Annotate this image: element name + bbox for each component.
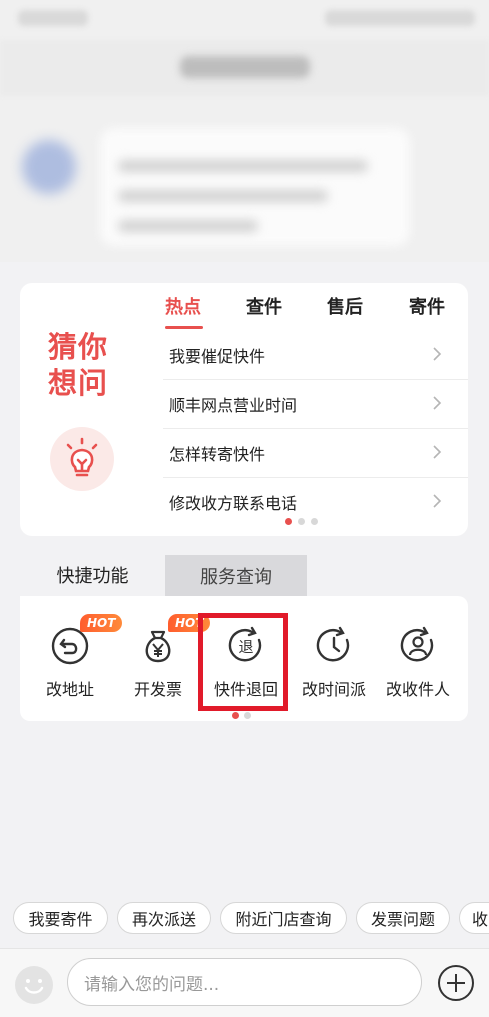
question-item[interactable]: 我要催促快件 [163, 331, 468, 380]
status-icons-blur [325, 10, 475, 26]
quick-label: 改收件人 [385, 680, 450, 699]
chip-invoice-issue[interactable]: 发票问题 [356, 902, 450, 934]
question-page-indicator [285, 518, 318, 525]
lightbulb-icon [50, 427, 114, 491]
tab-service-query[interactable]: 服务查询 [165, 555, 307, 596]
question-text: 我要催促快件 [169, 347, 266, 366]
chip-redeliver[interactable]: 再次派送 [117, 902, 211, 934]
quick-page-indicator [232, 712, 251, 719]
chevron-right-icon [433, 445, 442, 459]
highlight-box [198, 613, 288, 711]
question-text: 顺丰网点营业时间 [169, 396, 298, 415]
page-dot [298, 518, 305, 525]
page-dot-active [232, 712, 239, 719]
page-dot-active [285, 518, 292, 525]
clock-icon [316, 626, 350, 662]
chip-partial[interactable]: 收 [459, 902, 489, 934]
question-input[interactable]: 请输入您的问题... [67, 958, 422, 1006]
yuan-bag-icon [145, 630, 171, 663]
quick-change-address[interactable]: HOT 改地址 [26, 614, 123, 700]
undo-arrow-icon [51, 627, 89, 665]
blurred-chat-header [0, 0, 489, 262]
chevron-right-icon [433, 347, 442, 361]
quick-change-time[interactable]: 改时间派 [290, 618, 378, 700]
quick-label: 改地址 [45, 680, 94, 699]
question-item[interactable]: 顺丰网点营业时间 [163, 380, 468, 429]
quick-change-recipient[interactable]: 改收件人 [374, 618, 462, 700]
nav-title-blur [180, 56, 310, 78]
plus-icon[interactable] [438, 965, 474, 1001]
guess-tabs: 热点 查件 售后 寄件 [165, 283, 468, 329]
tab-track[interactable]: 查件 [246, 293, 282, 319]
bubble-line-blur [118, 160, 368, 172]
suggestion-chips: 我要寄件 再次派送 附近门店查询 发票问题 收 [0, 902, 489, 936]
chevron-right-icon [433, 494, 442, 508]
input-bar: 请输入您的问题... [0, 948, 489, 1017]
chip-nearby-store[interactable]: 附近门店查询 [220, 902, 347, 934]
page-dot [244, 712, 251, 719]
question-text: 怎样转寄快件 [169, 445, 266, 464]
emoji-icon[interactable] [15, 966, 53, 1004]
chip-send-parcel[interactable]: 我要寄件 [13, 902, 108, 934]
active-tab-underline [165, 326, 203, 329]
status-bar-blur [18, 10, 88, 26]
bubble-line-blur [118, 190, 328, 202]
tab-send[interactable]: 寄件 [409, 293, 445, 319]
bubble-line-blur [118, 220, 258, 232]
quick-invoice[interactable]: HOT 开发票 [114, 614, 211, 700]
person-icon [400, 626, 434, 662]
chevron-right-icon [433, 396, 442, 410]
guess-you-ask-card: 猜你想问 热点 查件 售后 寄件 我要催促快件 顺丰网点营业时间 怎样转寄快件 … [20, 283, 468, 536]
tab-quick-functions[interactable]: 快捷功能 [20, 553, 165, 596]
guess-title: 猜你想问 [48, 330, 109, 400]
question-text: 修改收方联系电话 [169, 494, 298, 513]
page-dot [311, 518, 318, 525]
question-item[interactable]: 怎样转寄快件 [163, 429, 468, 478]
quick-label: 开发票 [133, 680, 182, 699]
tab-after-sales[interactable]: 售后 [327, 293, 363, 319]
question-list: 我要催促快件 顺丰网点营业时间 怎样转寄快件 修改收方联系电话 [163, 331, 468, 526]
quick-label: 改时间派 [301, 680, 366, 699]
bot-avatar-blur [22, 140, 76, 194]
tab-hot[interactable]: 热点 [165, 293, 201, 319]
